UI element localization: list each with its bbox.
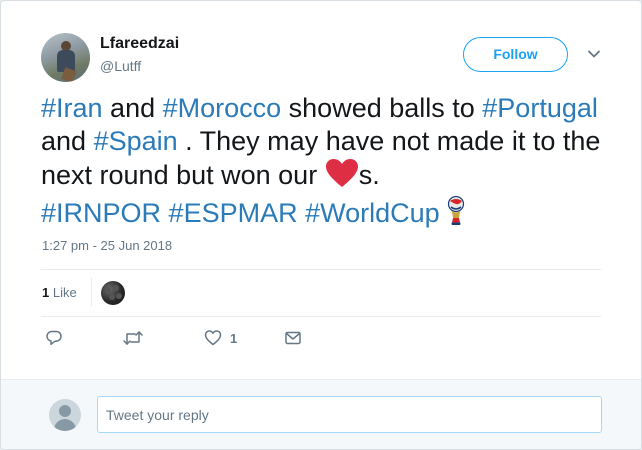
worldcup-trophy-emoji	[447, 195, 465, 234]
hashtag-link[interactable]: #IRNPOR	[41, 198, 161, 228]
user-display-name[interactable]: Lfareedzai	[100, 35, 179, 53]
tweet-text: #Iran and #Morocco showed balls to #Port…	[41, 92, 611, 234]
current-user-avatar	[49, 399, 81, 431]
retweet-icon	[122, 329, 144, 347]
tweet-text-segment: and	[41, 126, 94, 156]
divider	[41, 316, 601, 317]
reply-composer	[1, 379, 641, 449]
tweet-text-segment: and	[102, 93, 163, 123]
hashtag-link[interactable]: #Morocco	[163, 93, 282, 123]
tweet-text-segment	[298, 198, 306, 228]
direct-message-icon	[284, 329, 302, 347]
follow-button[interactable]: Follow	[463, 37, 568, 72]
retweet-button[interactable]	[122, 328, 144, 348]
hashtag-link[interactable]: #Portugal	[482, 93, 598, 123]
user-handle[interactable]: @Lutff	[100, 58, 141, 74]
likes-stat[interactable]: 1 Like	[42, 285, 77, 300]
liker-avatar[interactable]	[101, 281, 125, 305]
tweet-card: Lfareedzai @Lutff Follow #Iran and #Moro…	[0, 0, 642, 450]
heart-emoji	[325, 158, 359, 196]
tweet-text-segment: showed balls to	[281, 93, 483, 123]
hashtag-link[interactable]: #ESPMAR	[169, 198, 298, 228]
likes-stat-count: 1	[42, 285, 50, 300]
reply-input[interactable]	[97, 396, 602, 433]
chevron-down-icon[interactable]	[586, 46, 602, 62]
hashtag-link[interactable]: #Spain	[94, 126, 178, 156]
hashtag-link[interactable]: #WorldCup	[305, 198, 440, 228]
hashtag-link[interactable]: #Iran	[41, 93, 103, 123]
user-avatar[interactable]	[41, 33, 90, 82]
tweet-text-segment	[161, 198, 169, 228]
like-button[interactable]: 1	[204, 328, 237, 348]
like-count: 1	[230, 330, 238, 346]
like-icon	[204, 329, 222, 347]
likes-stat-label: Like	[52, 285, 77, 300]
tweet-text-segment: s.	[358, 160, 380, 190]
direct-message-button[interactable]	[284, 328, 302, 348]
reply-icon	[45, 329, 63, 347]
divider	[91, 278, 92, 306]
tweet-timestamp[interactable]: 1:27 pm - 25 Jun 2018	[42, 238, 172, 253]
divider	[41, 269, 601, 270]
reply-button[interactable]	[45, 328, 63, 348]
